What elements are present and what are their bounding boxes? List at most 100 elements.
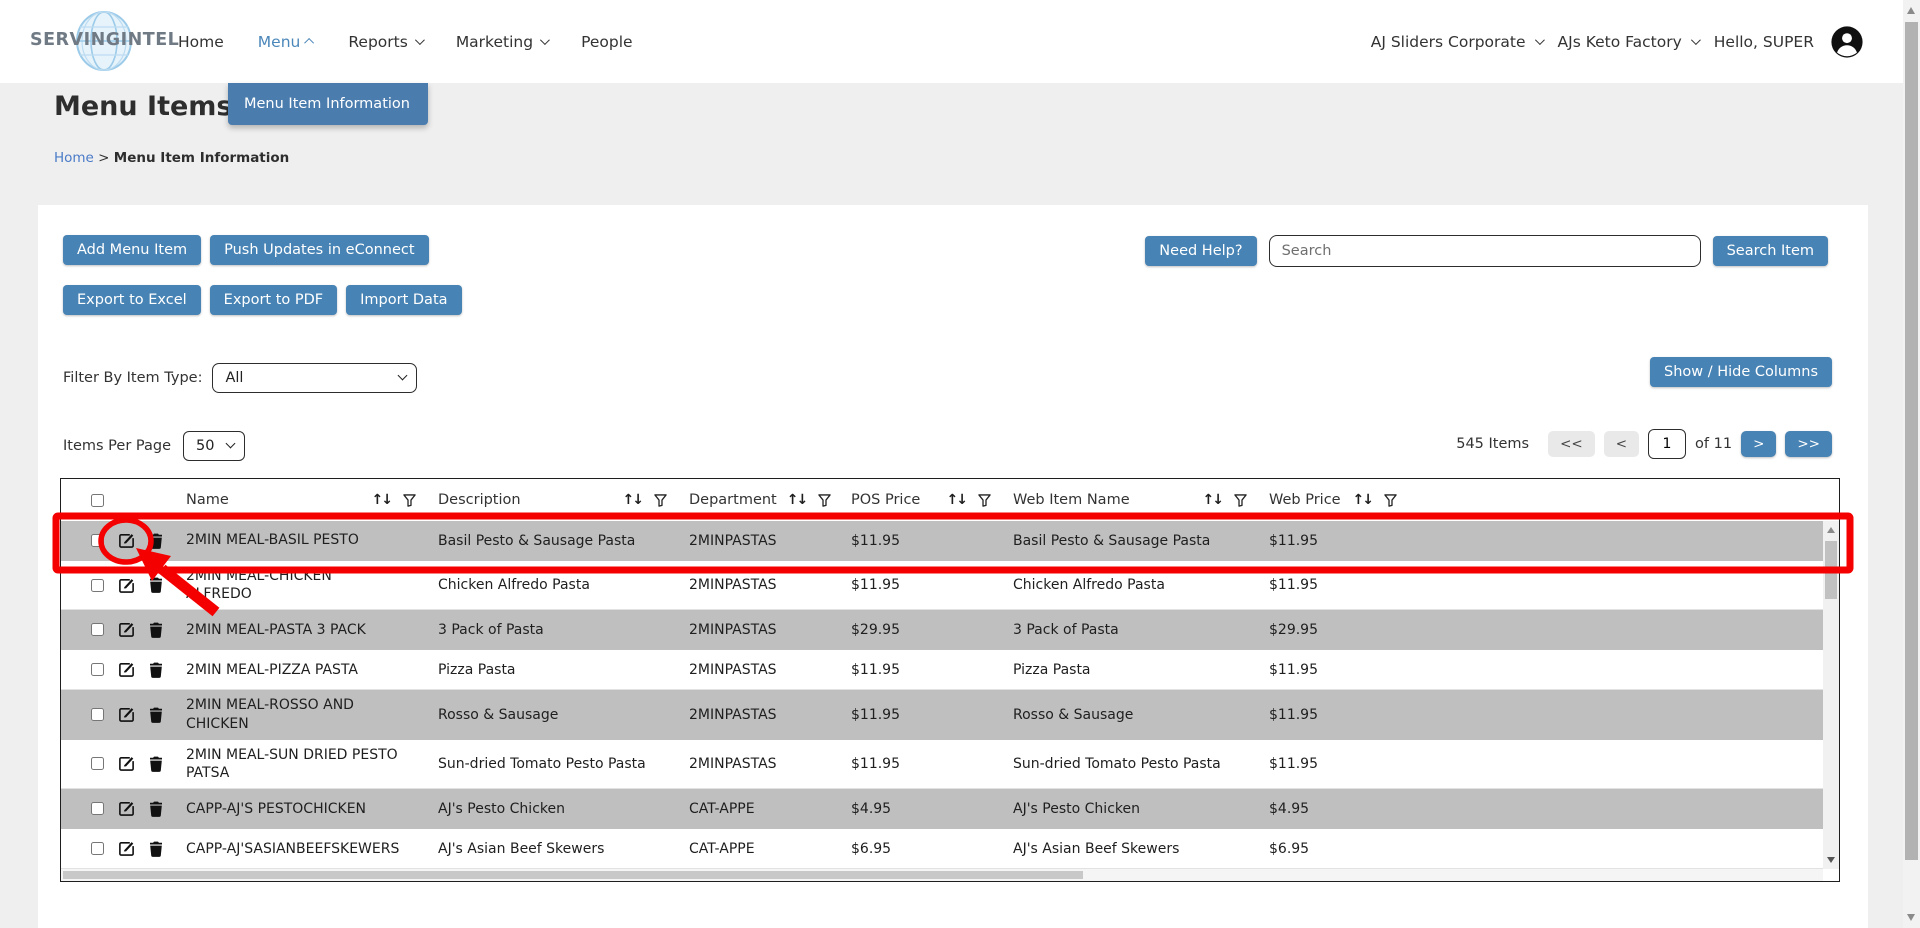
col-header-web-price: Web Price: [1269, 492, 1341, 508]
edit-icon[interactable]: [118, 755, 135, 772]
page-scroll-thumb[interactable]: [1905, 22, 1918, 860]
scroll-down-icon[interactable]: [1907, 914, 1915, 921]
add-menu-item-button[interactable]: Add Menu Item: [63, 235, 201, 265]
chevron-down-icon: [540, 35, 550, 45]
chevron-down-icon: [1534, 35, 1544, 45]
row-checkbox[interactable]: [91, 757, 104, 770]
trash-icon[interactable]: [149, 622, 163, 638]
trash-icon[interactable]: [149, 841, 163, 857]
need-help-button[interactable]: Need Help?: [1145, 236, 1256, 266]
select-all-checkbox[interactable]: [91, 494, 104, 507]
col-header-name: Name: [186, 492, 229, 508]
prev-page-button[interactable]: <: [1604, 431, 1639, 457]
row-checkbox[interactable]: [91, 534, 104, 547]
table-body: 2MIN MEAL-BASIL PESTO Basil Pesto & Saus…: [61, 521, 1823, 869]
trash-icon[interactable]: [149, 577, 163, 593]
user-avatar-icon[interactable]: [1830, 25, 1864, 59]
edit-icon[interactable]: [118, 621, 135, 638]
filter-funnel-icon[interactable]: [1384, 494, 1397, 507]
sort-icon[interactable]: ↑↓: [1203, 492, 1222, 508]
items-per-page-select[interactable]: 50: [183, 431, 245, 461]
show-hide-columns-button[interactable]: Show / Hide Columns: [1650, 357, 1832, 387]
search-input[interactable]: [1269, 235, 1701, 267]
sort-icon[interactable]: ↑↓: [623, 492, 642, 508]
logo-text: SERVINGINTEL: [30, 30, 179, 50]
first-page-button[interactable]: <<: [1548, 431, 1595, 457]
edit-icon[interactable]: [118, 577, 135, 594]
menu-dropdown-item[interactable]: Menu Item Information: [228, 83, 428, 125]
export-excel-button[interactable]: Export to Excel: [63, 285, 201, 315]
col-header-web-item-name: Web Item Name: [1013, 492, 1130, 508]
filter-funnel-icon[interactable]: [978, 494, 991, 507]
item-type-select[interactable]: All: [212, 363, 417, 393]
row-checkbox[interactable]: [91, 579, 104, 592]
total-items-label: 545 Items: [1456, 436, 1529, 452]
col-header-description: Description: [438, 492, 521, 508]
sort-icon[interactable]: ↑↓: [372, 492, 391, 508]
vertical-scroll-thumb[interactable]: [1825, 541, 1837, 599]
nav-people[interactable]: People: [581, 33, 633, 51]
edit-icon[interactable]: [118, 706, 135, 723]
sort-icon[interactable]: ↑↓: [787, 492, 806, 508]
search-item-button[interactable]: Search Item: [1713, 236, 1828, 266]
page-scrollbar[interactable]: [1903, 0, 1920, 928]
nav-home[interactable]: Home: [178, 33, 224, 51]
nav-menu[interactable]: Menu: [258, 33, 315, 51]
row-checkbox[interactable]: [91, 802, 104, 815]
chevron-up-icon: [304, 38, 314, 48]
table-row: 2MIN MEAL-SUN DRIED PESTO PATSA Sun-drie…: [61, 740, 1823, 789]
scroll-down-icon[interactable]: [1827, 857, 1835, 863]
table-row: 2MIN MEAL-PIZZA PASTA Pizza Pasta 2MINPA…: [61, 650, 1823, 690]
sort-icon[interactable]: ↑↓: [1353, 492, 1372, 508]
table-horizontal-scrollbar[interactable]: [61, 869, 1823, 881]
horizontal-scroll-thumb[interactable]: [63, 871, 1083, 879]
store-dropdown[interactable]: AJs Keto Factory: [1558, 33, 1698, 51]
filter-funnel-icon[interactable]: [403, 494, 416, 507]
servingintel-logo[interactable]: SERVINGINTEL: [28, 8, 198, 74]
sort-icon[interactable]: ↑↓: [947, 492, 966, 508]
trash-icon[interactable]: [149, 707, 163, 723]
edit-icon[interactable]: [118, 800, 135, 817]
filter-funnel-icon[interactable]: [818, 494, 831, 507]
last-page-button[interactable]: >>: [1785, 431, 1832, 457]
export-pdf-button[interactable]: Export to PDF: [210, 285, 338, 315]
trash-icon[interactable]: [149, 756, 163, 772]
filter-funnel-icon[interactable]: [654, 494, 667, 507]
row-checkbox[interactable]: [91, 663, 104, 676]
breadcrumb-home-link[interactable]: Home: [54, 150, 94, 166]
row-checkbox[interactable]: [91, 842, 104, 855]
items-per-page-label: Items Per Page: [63, 438, 171, 454]
edit-icon[interactable]: [118, 532, 135, 549]
next-page-button[interactable]: >: [1741, 431, 1776, 457]
nav-reports[interactable]: Reports: [348, 33, 421, 51]
scroll-up-icon[interactable]: [1827, 527, 1835, 533]
table-row: 2MIN MEAL-ROSSO AND CHICKEN Rosso & Saus…: [61, 690, 1823, 739]
edit-icon[interactable]: [118, 661, 135, 678]
table-row: CAPP-AJ'S PESTOCHICKEN AJ's Pesto Chicke…: [61, 789, 1823, 829]
table-row: CAPP-AJ'SASIANBEEFSKEWERS AJ's Asian Bee…: [61, 829, 1823, 869]
row-checkbox[interactable]: [91, 708, 104, 721]
page-body: Menu Items Information Home > Menu Item …: [0, 83, 1920, 928]
menu-items-table: Name ↑↓ Description ↑↓ Department ↑↓ POS…: [60, 478, 1840, 882]
table-vertical-scrollbar[interactable]: [1823, 521, 1839, 869]
table-row: 2MIN MEAL-BASIL PESTO Basil Pesto & Saus…: [61, 521, 1823, 561]
trash-icon[interactable]: [149, 662, 163, 678]
company-dropdown[interactable]: AJ Sliders Corporate: [1371, 33, 1542, 51]
edit-icon[interactable]: [118, 840, 135, 857]
breadcrumb: Home > Menu Item Information: [54, 150, 289, 166]
trash-icon[interactable]: [149, 801, 163, 817]
scroll-up-icon[interactable]: [1907, 7, 1915, 14]
breadcrumb-separator: >: [98, 150, 109, 166]
top-navbar: SERVINGINTEL Home Menu Reports Marketing…: [0, 0, 1920, 83]
push-updates-button[interactable]: Push Updates in eConnect: [210, 235, 428, 265]
trash-icon[interactable]: [149, 533, 163, 549]
user-greeting: Hello, SUPER: [1714, 33, 1814, 51]
filter-label: Filter By Item Type:: [63, 370, 202, 386]
import-data-button[interactable]: Import Data: [346, 285, 461, 315]
nav-marketing[interactable]: Marketing: [456, 33, 547, 51]
filter-funnel-icon[interactable]: [1234, 494, 1247, 507]
row-checkbox[interactable]: [91, 623, 104, 636]
chevron-down-icon: [1691, 35, 1701, 45]
page-number-input[interactable]: [1648, 429, 1686, 459]
table-row: 2MIN MEAL-PASTA 3 PACK 3 Pack of Pasta 2…: [61, 610, 1823, 650]
